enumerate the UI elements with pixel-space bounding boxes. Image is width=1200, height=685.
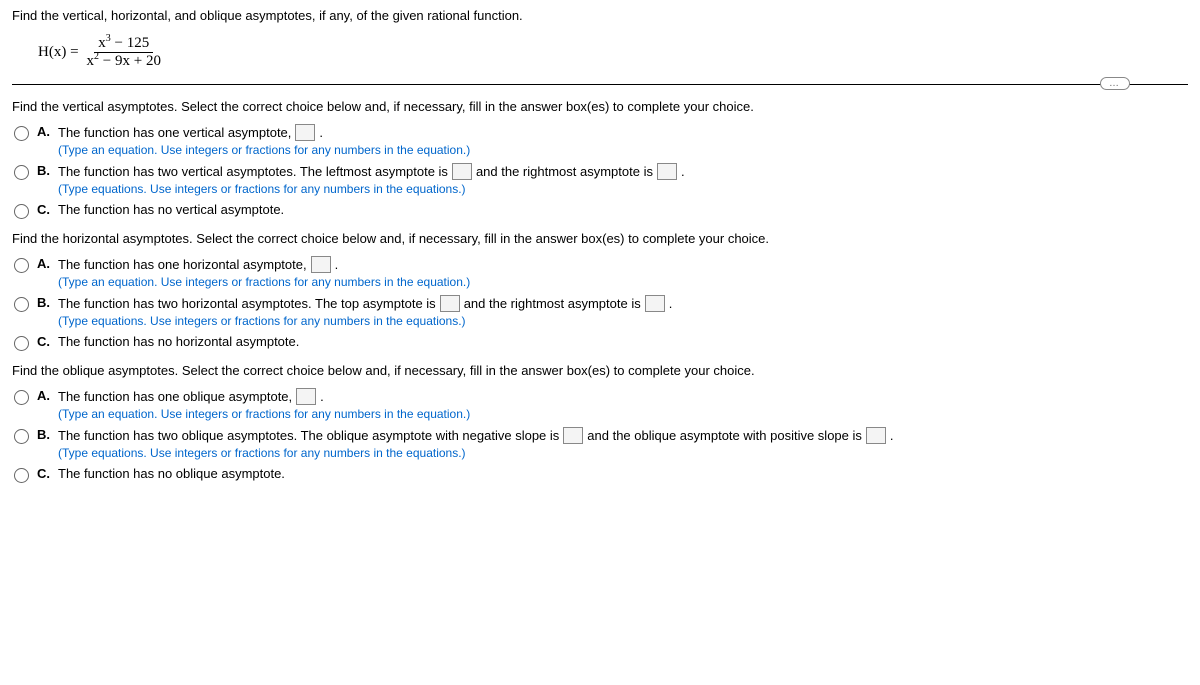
oblique-a-text: The function has one oblique asymptote, (58, 389, 292, 404)
label-b: B. (37, 163, 50, 178)
horizontal-a-hint: (Type an equation. Use integers or fract… (58, 275, 470, 289)
horizontal-radio-c[interactable] (14, 336, 29, 351)
vertical-b-input1[interactable] (452, 163, 472, 180)
label-b2: B. (37, 295, 50, 310)
func-name: H(x) = (38, 44, 79, 61)
vertical-a-period: . (319, 125, 323, 140)
vertical-radio-c[interactable] (14, 204, 29, 219)
horizontal-prompt: Find the horizontal asymptotes. Select t… (12, 231, 1188, 246)
label-a2: A. (37, 256, 50, 271)
oblique-b-hint: (Type equations. Use integers or fractio… (58, 446, 894, 460)
horizontal-b-text1: The function has two horizontal asymptot… (58, 296, 436, 311)
vertical-a-text: The function has one vertical asymptote, (58, 125, 291, 140)
label-a3: A. (37, 388, 50, 403)
vertical-b-text2: and the rightmost asymptote is (476, 164, 653, 179)
horizontal-radio-a[interactable] (14, 258, 29, 273)
horizontal-radio-b[interactable] (14, 297, 29, 312)
oblique-radio-c[interactable] (14, 468, 29, 483)
label-c: C. (37, 202, 50, 217)
oblique-a-period: . (320, 389, 324, 404)
vertical-b-period: . (681, 164, 685, 179)
vertical-b-text1: The function has two vertical asymptotes… (58, 164, 448, 179)
label-c2: C. (37, 334, 50, 349)
vertical-radio-a[interactable] (14, 126, 29, 141)
num-exp: 3 (106, 33, 111, 44)
divider: … (12, 84, 1188, 85)
oblique-c-text: The function has no oblique asymptote. (58, 466, 285, 481)
vertical-b-input2[interactable] (657, 163, 677, 180)
oblique-prompt: Find the oblique asymptotes. Select the … (12, 363, 1188, 378)
label-b3: B. (37, 427, 50, 442)
oblique-b-period: . (890, 428, 894, 443)
vertical-prompt: Find the vertical asymptotes. Select the… (12, 99, 1188, 114)
vertical-radio-b[interactable] (14, 165, 29, 180)
vertical-b-hint: (Type equations. Use integers or fractio… (58, 182, 685, 196)
oblique-a-hint: (Type an equation. Use integers or fract… (58, 407, 470, 421)
horizontal-a-period: . (335, 257, 339, 272)
horizontal-b-period: . (669, 296, 673, 311)
oblique-b-input1[interactable] (563, 427, 583, 444)
horizontal-a-input[interactable] (311, 256, 331, 273)
ellipsis-button[interactable]: … (1100, 77, 1130, 90)
horizontal-b-text2: and the rightmost asymptote is (464, 296, 641, 311)
den-exp: 2 (94, 51, 99, 62)
horizontal-b-input1[interactable] (440, 295, 460, 312)
vertical-c-text: The function has no vertical asymptote. (58, 202, 284, 217)
equation: H(x) = x3 − 125 x2 − 9x + 20 (12, 35, 1188, 70)
question-prompt: Find the vertical, horizontal, and obliq… (12, 8, 1188, 23)
horizontal-b-input2[interactable] (645, 295, 665, 312)
horizontal-b-hint: (Type equations. Use integers or fractio… (58, 314, 672, 328)
oblique-a-input[interactable] (296, 388, 316, 405)
oblique-b-text2: and the oblique asymptote with positive … (587, 428, 862, 443)
oblique-b-text1: The function has two oblique asymptotes.… (58, 428, 559, 443)
label-c3: C. (37, 466, 50, 481)
num-var: x (98, 35, 106, 51)
num-const: − 125 (111, 35, 149, 51)
label-a: A. (37, 124, 50, 139)
vertical-a-input[interactable] (295, 124, 315, 141)
den-var: x (87, 53, 95, 69)
oblique-radio-b[interactable] (14, 429, 29, 444)
horizontal-a-text: The function has one horizontal asymptot… (58, 257, 307, 272)
den-const: − 9x + 20 (99, 53, 161, 69)
oblique-b-input2[interactable] (866, 427, 886, 444)
oblique-radio-a[interactable] (14, 390, 29, 405)
horizontal-c-text: The function has no horizontal asymptote… (58, 334, 299, 349)
vertical-a-hint: (Type an equation. Use integers or fract… (58, 143, 470, 157)
